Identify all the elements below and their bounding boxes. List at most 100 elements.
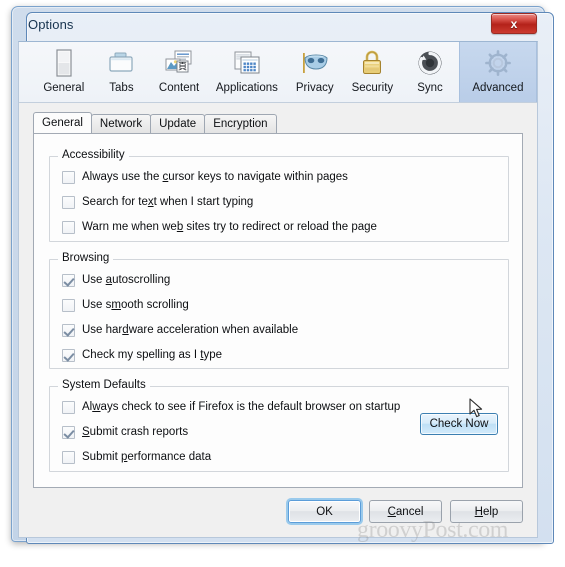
checkbox-label-crash-reports: Submit crash reports	[82, 425, 188, 439]
checkbox-cursor-keys[interactable]	[62, 170, 75, 184]
toolbar-label-tabs: Tabs	[109, 82, 134, 94]
tab-general[interactable]: General	[33, 112, 92, 133]
group-title-browsing: Browsing	[58, 252, 114, 264]
toolbar-label-privacy: Privacy	[295, 82, 334, 94]
toolbar-label-sync: Sync	[417, 82, 443, 94]
sync-icon	[414, 47, 446, 79]
toolbar-label-advanced: Advanced	[472, 82, 524, 94]
title-bar: Options x	[15, 10, 541, 41]
toolbar-label-content: Content	[158, 82, 200, 94]
checkbox-smooth-scrolling[interactable]	[62, 298, 75, 312]
checkbox-row-cursor-keys[interactable]: Always use the cursor keys to navigate w…	[62, 169, 348, 185]
content-icon: 頁	[163, 47, 195, 79]
cancel-button-label: Cancel	[388, 506, 424, 518]
group-system-defaults: System Defaults Always check to see if F…	[49, 379, 509, 472]
svg-text:頁: 頁	[178, 62, 187, 73]
ok-button[interactable]: OK	[288, 500, 361, 523]
advanced-gear-icon	[482, 47, 514, 79]
checkbox-autoscrolling[interactable]	[62, 273, 75, 287]
help-button[interactable]: Help	[450, 500, 523, 523]
tab-network[interactable]: Network	[90, 114, 152, 133]
checkbox-row-hardware-acceleration[interactable]: Use hardware acceleration when available	[62, 322, 298, 338]
applications-icon	[231, 47, 263, 79]
label-pre: Al	[82, 401, 93, 413]
dialog-button-bar: OK Cancel Help	[288, 500, 523, 523]
toolbar-item-content[interactable]: 頁 Content	[150, 42, 208, 102]
label-post: ursor keys to navigate within pages	[168, 171, 348, 183]
access-key: w	[92, 401, 101, 413]
toolbar-item-security[interactable]: Security	[344, 42, 402, 102]
toolbar-item-tabs[interactable]: Tabs	[93, 42, 151, 102]
label-post: ancel	[395, 505, 424, 518]
checkbox-label-performance-data: Submit performance data	[82, 450, 211, 464]
label-pre: Use s	[82, 299, 112, 311]
label-pre: Use har	[82, 324, 123, 336]
checkbox-hardware-acceleration[interactable]	[62, 323, 75, 337]
checkbox-row-spellcheck[interactable]: Check my spelling as I type	[62, 347, 222, 363]
label-post: t when I start typing	[153, 196, 254, 208]
toolbar-item-general[interactable]: General	[35, 42, 93, 102]
checkbox-row-performance-data[interactable]: Submit performance data	[62, 449, 211, 465]
tab-panel-general: Accessibility Always use the cursor keys…	[33, 133, 523, 488]
checkbox-label-warn-redirect: Warn me when web sites try to redirect o…	[82, 220, 377, 234]
privacy-mask-icon	[299, 47, 331, 79]
screenshot-root: Options x General Tabs 頁 Content Applica…	[0, 0, 565, 567]
checkbox-crash-reports[interactable]	[62, 425, 75, 439]
toolbar-label-applications: Applications	[215, 82, 278, 94]
access-key: S	[82, 426, 90, 438]
label-pre: Submit	[82, 451, 121, 463]
toolbar-label-security: Security	[351, 82, 394, 94]
tab-encryption[interactable]: Encryption	[204, 114, 277, 133]
label-pre: Check my spelling as I	[82, 349, 201, 361]
toolbar-item-applications[interactable]: Applications	[208, 42, 286, 102]
checkbox-performance-data[interactable]	[62, 450, 75, 464]
cancel-button[interactable]: Cancel	[369, 500, 442, 523]
group-accessibility: Accessibility Always use the cursor keys…	[49, 149, 509, 242]
tabs-icon	[105, 47, 137, 79]
toolbar-item-advanced[interactable]: Advanced	[458, 42, 538, 102]
close-button[interactable]: x	[491, 13, 537, 34]
checkbox-search-text[interactable]	[62, 195, 75, 209]
checkbox-row-warn-redirect[interactable]: Warn me when web sites try to redirect o…	[62, 219, 377, 235]
group-title-system-defaults: System Defaults	[58, 379, 150, 391]
label-post: sites try to redirect or reload the page	[183, 221, 377, 233]
label-post: ubmit crash reports	[89, 426, 189, 438]
label-post: erformance data	[127, 451, 212, 463]
checkbox-label-autoscrolling: Use autoscrolling	[82, 273, 170, 287]
checkbox-label-smooth-scrolling: Use smooth scrolling	[82, 298, 189, 312]
access-key: H	[474, 505, 483, 518]
checkbox-row-autoscrolling[interactable]: Use autoscrolling	[62, 272, 170, 288]
checkbox-row-smooth-scrolling[interactable]: Use smooth scrolling	[62, 297, 189, 313]
ok-button-label: OK	[316, 505, 333, 518]
security-padlock-icon	[356, 47, 388, 79]
checkbox-default-browser[interactable]	[62, 400, 75, 414]
toolbar-item-sync[interactable]: Sync	[401, 42, 459, 102]
label-pre: Always use the	[82, 171, 163, 183]
checkbox-row-search-text[interactable]: Search for text when I start typing	[62, 194, 253, 210]
checkbox-row-default-browser[interactable]: Always check to see if Firefox is the de…	[62, 399, 400, 415]
checkbox-row-crash-reports[interactable]: Submit crash reports	[62, 424, 188, 440]
label-post: ays check to see if Firefox is the defau…	[100, 401, 401, 413]
category-toolbar: General Tabs 頁 Content Applications Priv…	[19, 42, 538, 103]
checkbox-label-search-text: Search for text when I start typing	[82, 195, 253, 209]
label-post: ype	[203, 349, 222, 361]
checkbox-warn-redirect[interactable]	[62, 220, 75, 234]
checkbox-label-hardware-acceleration: Use hardware acceleration when available	[82, 323, 298, 337]
checkbox-spellcheck[interactable]	[62, 348, 75, 362]
help-button-label: Help	[475, 506, 499, 518]
toolbar-item-privacy[interactable]: Privacy	[286, 42, 344, 102]
label-post: elp	[482, 505, 499, 518]
tab-update[interactable]: Update	[150, 114, 206, 133]
access-key: m	[111, 299, 121, 311]
tab-encryption-label: Encryption	[213, 118, 268, 130]
label-post: ware acceleration when available	[128, 324, 299, 336]
checkbox-label-spellcheck: Check my spelling as I type	[82, 348, 222, 362]
label-pre: Search for te	[82, 196, 148, 208]
label-pre: Use	[82, 274, 106, 286]
toolbar-label-general: General	[43, 82, 85, 94]
sub-tab-strip: General Network Update Encryption	[33, 112, 537, 133]
tab-network-label: Network	[99, 118, 143, 130]
check-now-button[interactable]: Check Now	[420, 413, 498, 435]
label-pre: Warn me when we	[82, 221, 177, 233]
label-post: ooth scrolling	[121, 299, 189, 311]
